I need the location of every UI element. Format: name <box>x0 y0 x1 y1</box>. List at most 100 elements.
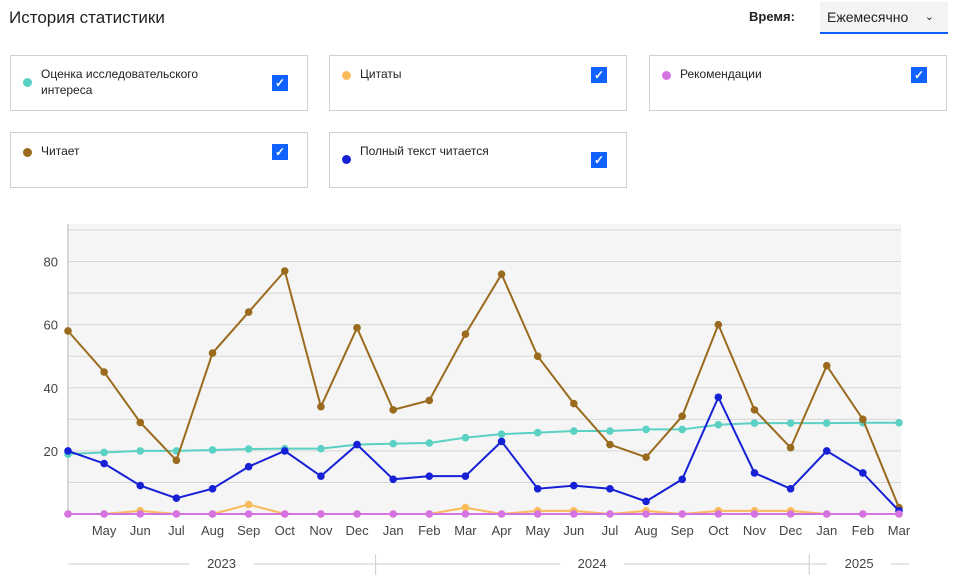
data-point <box>497 430 506 438</box>
data-point <box>353 324 361 332</box>
data-point <box>317 402 325 411</box>
data-point <box>859 415 867 424</box>
data-point <box>642 425 650 434</box>
data-point <box>100 368 108 376</box>
data-point <box>642 510 650 518</box>
data-point <box>714 393 723 402</box>
stats-history-panel: История статистики Время: Ежемесячно ⌄ О… <box>0 0 960 583</box>
data-point <box>714 320 723 329</box>
data-point <box>822 419 831 427</box>
data-point <box>533 510 542 518</box>
data-point <box>425 472 434 480</box>
year-label: 2024 <box>578 556 607 571</box>
x-tick-label: Nov <box>309 523 333 538</box>
x-tick-label: Mar <box>888 523 911 538</box>
data-point <box>353 510 361 518</box>
data-point <box>786 443 795 452</box>
x-tick-label: Apr <box>491 523 512 538</box>
data-point <box>317 444 325 453</box>
data-point <box>244 445 253 453</box>
data-point <box>317 510 325 518</box>
data-point <box>425 510 434 518</box>
data-point <box>497 510 506 518</box>
x-tick-label: Oct <box>275 523 296 538</box>
data-point <box>208 484 217 493</box>
data-point <box>678 475 687 484</box>
data-point <box>750 406 759 414</box>
data-point <box>750 510 759 518</box>
data-point <box>461 472 470 480</box>
data-point <box>895 510 903 518</box>
data-point <box>280 510 289 518</box>
data-point <box>208 446 217 454</box>
x-tick-label: Sep <box>671 523 694 538</box>
data-point <box>208 510 217 518</box>
data-point <box>606 484 614 493</box>
x-tick-label: Mar <box>454 523 477 538</box>
y-tick-label: 40 <box>44 381 58 396</box>
data-point <box>244 500 253 509</box>
data-point <box>714 420 723 429</box>
data-point <box>136 481 145 490</box>
data-point <box>786 484 795 493</box>
data-point <box>208 349 217 357</box>
data-point <box>136 447 145 455</box>
data-point <box>100 448 108 457</box>
data-point <box>136 510 145 518</box>
data-point <box>642 497 650 506</box>
data-point <box>317 472 325 480</box>
x-tick-label: Aug <box>635 523 658 538</box>
x-tick-label: Feb <box>852 523 874 538</box>
x-tick-label: Dec <box>779 523 803 538</box>
data-point <box>136 418 145 427</box>
data-point <box>100 510 108 518</box>
data-point <box>461 433 470 442</box>
data-point <box>497 437 506 446</box>
x-tick-label: Jan <box>383 523 404 538</box>
y-tick-label: 20 <box>44 444 58 459</box>
data-point <box>172 456 181 465</box>
data-point <box>280 447 289 455</box>
data-point <box>570 399 578 408</box>
data-point <box>606 510 614 518</box>
x-tick-label: Jan <box>816 523 837 538</box>
x-tick-label: Oct <box>708 523 729 538</box>
x-tick-label: Feb <box>418 523 440 538</box>
plot-background <box>68 224 901 514</box>
data-point <box>678 510 687 518</box>
data-point <box>786 510 795 518</box>
data-point <box>461 330 470 338</box>
x-tick-label: May <box>525 523 550 538</box>
data-point <box>64 447 72 455</box>
data-point <box>389 510 397 518</box>
data-point <box>678 412 687 420</box>
data-point <box>533 352 542 361</box>
data-point <box>244 308 253 316</box>
year-label: 2023 <box>207 556 236 571</box>
x-tick-label: Dec <box>345 523 369 538</box>
data-point <box>859 469 867 477</box>
x-tick-label: May <box>92 523 117 538</box>
data-point <box>172 494 181 503</box>
data-point <box>859 510 867 518</box>
data-point <box>570 427 578 435</box>
x-tick-label: Jul <box>602 523 619 538</box>
x-tick-label: Nov <box>743 523 767 538</box>
data-point <box>280 267 289 275</box>
data-point <box>642 453 650 462</box>
data-point <box>678 425 687 434</box>
x-tick-label: Jun <box>563 523 584 538</box>
data-point <box>244 462 253 471</box>
data-point <box>570 510 578 518</box>
y-tick-label: 80 <box>44 255 58 270</box>
data-point <box>425 396 434 405</box>
data-point <box>389 406 397 414</box>
year-label: 2025 <box>845 556 874 571</box>
data-point <box>533 484 542 493</box>
data-point <box>822 510 831 518</box>
data-point <box>64 327 72 335</box>
data-point <box>244 510 253 518</box>
x-tick-label: Jun <box>130 523 151 538</box>
data-point <box>425 439 434 447</box>
x-tick-label: Jul <box>168 523 185 538</box>
